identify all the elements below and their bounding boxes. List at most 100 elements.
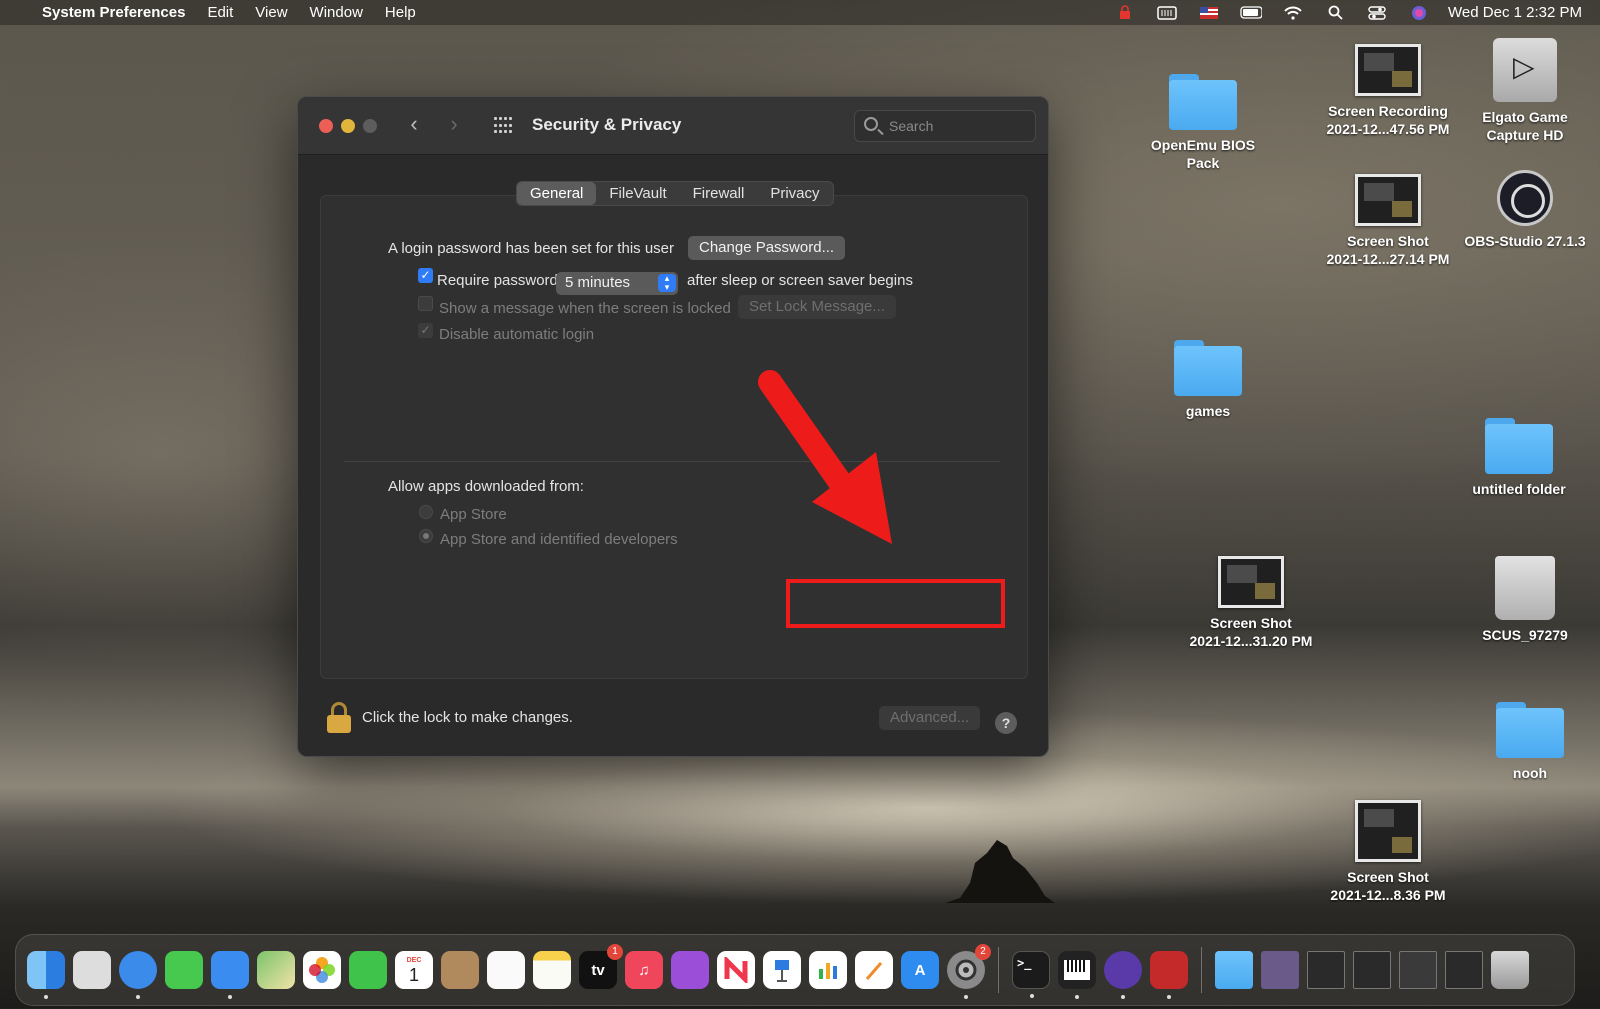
radio-app-store-identified[interactable] (419, 529, 433, 543)
terminal-icon[interactable]: >_ (1012, 951, 1050, 998)
minimize-window-button[interactable] (341, 119, 355, 133)
show-message-checkbox[interactable] (418, 296, 433, 311)
flag-us-icon[interactable] (1198, 6, 1220, 20)
menubar-clock[interactable]: Wed Dec 1 2:32 PM (1448, 4, 1582, 21)
battery-icon[interactable] (1240, 6, 1263, 20)
obs-app-icon (1497, 170, 1553, 226)
recent-document-icon[interactable] (1261, 951, 1299, 989)
desktop-icon-untitled-folder[interactable]: untitled folder (1444, 418, 1594, 498)
finder-icon[interactable] (27, 951, 65, 999)
folder-icon (1169, 74, 1237, 130)
apple-tv-badge: 1 (607, 944, 623, 960)
require-password-delay-popup[interactable]: 5 minutes ▴ ▾ (556, 272, 678, 295)
spotlight-icon[interactable] (1324, 5, 1346, 20)
desktop-icon-screen-shot-2[interactable]: Screen Shot 2021-12...31.20 PM (1176, 556, 1326, 650)
numbers-icon[interactable] (809, 951, 847, 989)
radio-app-store[interactable] (419, 505, 433, 519)
recent-screenshot-3-icon[interactable] (1399, 951, 1437, 989)
back-chevron-icon[interactable]: ‹ (402, 111, 426, 137)
dock: DEC 1 tv 1 ♫ A 2 >_ (15, 934, 1575, 1006)
wifi-icon[interactable] (1282, 6, 1304, 20)
reminders-icon[interactable] (487, 951, 525, 989)
messages-icon[interactable] (165, 951, 203, 989)
control-center-icon[interactable] (1366, 5, 1388, 20)
launchpad-icon[interactable] (73, 951, 111, 989)
require-password-label: Require password (437, 272, 558, 289)
annotation-arrow (758, 370, 892, 544)
tab-filevault[interactable]: FileVault (596, 182, 679, 205)
desktop-icon-nooh[interactable]: nooh (1455, 702, 1600, 782)
menu-help[interactable]: Help (374, 4, 427, 21)
maps-icon[interactable] (257, 951, 295, 989)
menu-bar: System Preferences Edit View Window Help… (0, 0, 1600, 25)
annotation-highlight-box (786, 579, 1005, 628)
calendar-icon[interactable]: DEC 1 (395, 951, 433, 989)
desktop-icon-elgato[interactable]: ▷ Elgato Game Capture HD (1450, 38, 1600, 144)
desktop-icon-openemu-bios[interactable]: OpenEmu BIOS Pack (1128, 74, 1278, 172)
change-password-button[interactable]: Change Password... (688, 236, 846, 260)
tab-firewall[interactable]: Firewall (680, 182, 758, 205)
window-title: Security & Privacy (532, 115, 682, 134)
recent-screenshot-4-icon[interactable] (1445, 951, 1483, 989)
help-button[interactable]: ? (995, 712, 1017, 734)
piano-icon[interactable] (1058, 951, 1096, 999)
menu-edit[interactable]: Edit (196, 4, 244, 21)
desktop-icon-obs[interactable]: OBS-Studio 27.1.3 (1450, 170, 1600, 250)
music-icon[interactable]: ♫ (625, 951, 663, 989)
advanced-button[interactable]: Advanced... (879, 706, 981, 730)
desktop-icon-games[interactable]: games (1133, 340, 1283, 420)
search-icon (864, 117, 878, 131)
desktop-icon-label: Screen Recording 2021-12...47.56 PM (1326, 103, 1450, 137)
trash-icon[interactable] (1491, 951, 1529, 989)
close-window-button[interactable] (319, 119, 333, 133)
facetime-icon[interactable] (349, 951, 387, 989)
search-field[interactable] (854, 110, 1036, 142)
keynote-icon[interactable] (763, 951, 801, 989)
notes-icon[interactable] (533, 951, 571, 989)
pages-icon[interactable] (855, 951, 893, 989)
podcasts-icon[interactable] (671, 951, 709, 989)
game-controller-app-icon[interactable] (1150, 951, 1188, 999)
recent-screenshot-2-icon[interactable] (1353, 951, 1391, 989)
require-password-checkbox[interactable]: ✓ (418, 268, 433, 283)
zoom-window-button[interactable] (363, 119, 377, 133)
tab-privacy[interactable]: Privacy (757, 182, 832, 205)
forward-chevron-icon[interactable]: › (442, 111, 466, 137)
desktop-icon-scus[interactable]: SCUS_97279 (1450, 556, 1600, 644)
desktop-icon-label: untitled folder (1472, 481, 1566, 497)
menu-view[interactable]: View (244, 4, 298, 21)
tab-general[interactable]: General (517, 182, 597, 205)
desktop-icon-screen-shot-1[interactable]: Screen Shot 2021-12...27.14 PM (1313, 174, 1463, 268)
downloads-folder-icon[interactable] (1215, 951, 1253, 989)
desktop-icon-screen-recording[interactable]: Screen Recording 2021-12...47.56 PM (1313, 44, 1463, 138)
menu-app-name[interactable]: System Preferences (40, 4, 196, 21)
memory-icon[interactable] (1156, 5, 1178, 20)
system-preferences-icon[interactable]: 2 (947, 944, 991, 999)
photos-icon[interactable] (303, 951, 341, 989)
news-icon[interactable] (717, 951, 755, 989)
screenshot-thumbnail-icon (1355, 174, 1421, 226)
safari-icon[interactable] (119, 951, 157, 999)
recent-screenshot-1-icon[interactable] (1307, 951, 1345, 989)
disable-autologin-label: Disable automatic login (439, 326, 595, 343)
desktop-icon-label: SCUS_97279 (1482, 627, 1568, 643)
disable-autologin-checkbox[interactable]: ✓ (418, 323, 433, 338)
popup-arrows-icon: ▴ ▾ (658, 274, 676, 292)
lock-icon[interactable] (1114, 5, 1136, 20)
contacts-icon[interactable] (441, 951, 479, 989)
menu-window[interactable]: Window (299, 4, 374, 21)
siri-icon[interactable] (1408, 5, 1430, 20)
desktop-icon-label: Screen Shot 2021-12...27.14 PM (1326, 233, 1450, 267)
mail-icon[interactable] (211, 951, 249, 999)
search-input[interactable] (889, 116, 1029, 136)
lock-icon[interactable] (326, 702, 352, 734)
radio-app-store-label: App Store (440, 506, 507, 523)
show-all-grid-icon[interactable] (494, 117, 512, 135)
app-store-icon[interactable]: A (901, 951, 939, 989)
apple-tv-icon[interactable]: tv 1 (579, 944, 623, 989)
openemu-icon[interactable] (1104, 951, 1142, 999)
desktop-icon-screen-shot-3[interactable]: Screen Shot 2021-12...8.36 PM (1313, 800, 1463, 904)
set-lock-message-button[interactable]: Set Lock Message... (738, 295, 896, 319)
screenshot-thumbnail-icon (1355, 44, 1421, 96)
calendar-month: DEC (406, 956, 422, 964)
